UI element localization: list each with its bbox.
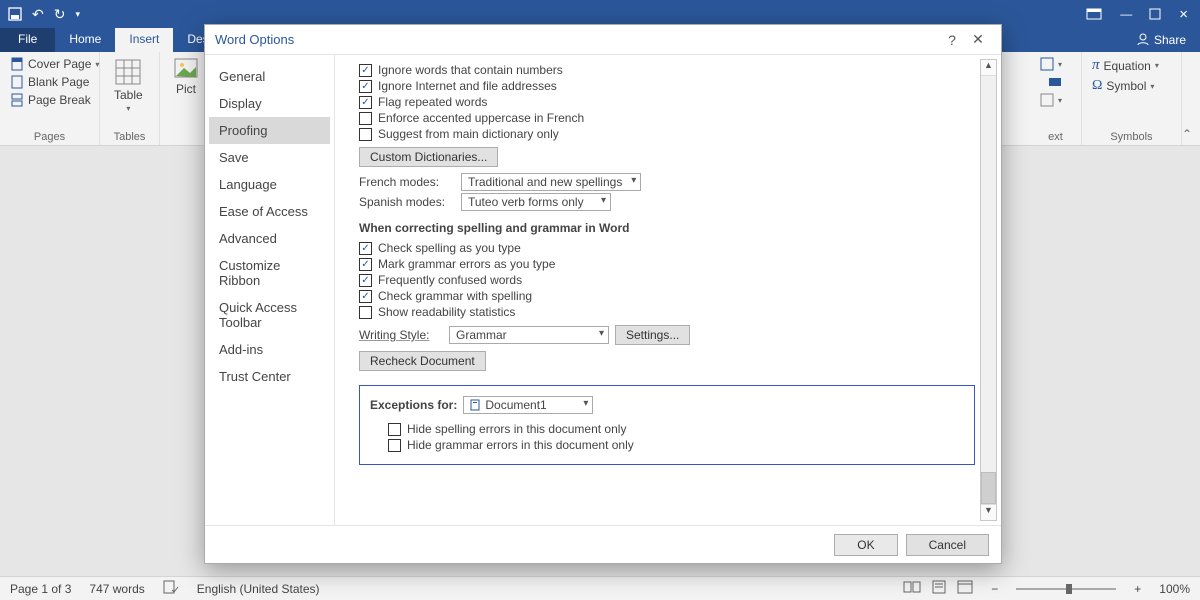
correcting-header: When correcting spelling and grammar in … [359, 221, 975, 235]
tab-insert[interactable]: Insert [115, 28, 173, 52]
ribbon-options-icon[interactable] [1086, 8, 1102, 20]
cat-advanced[interactable]: Advanced [209, 225, 330, 252]
chk-main-dict[interactable] [359, 128, 372, 141]
share-button[interactable]: Share [1136, 28, 1200, 52]
chk-ignore-numbers[interactable]: ✓ [359, 64, 372, 77]
spanish-modes-label: Spanish modes: [359, 195, 455, 209]
group-symbols-label: Symbols [1090, 131, 1173, 145]
maximize-icon[interactable] [1149, 8, 1161, 20]
settings-button[interactable]: Settings... [615, 325, 690, 345]
cat-save[interactable]: Save [209, 144, 330, 171]
ok-button[interactable]: OK [834, 534, 897, 556]
zoom-in-icon[interactable]: + [1134, 582, 1141, 596]
writing-style-select[interactable]: Grammar [449, 326, 609, 344]
minimize-icon[interactable]: — [1120, 7, 1131, 21]
cancel-button[interactable]: Cancel [906, 534, 989, 556]
cat-ease-of-access[interactable]: Ease of Access [209, 198, 330, 225]
page-break-button[interactable]: Page Break [8, 92, 101, 108]
dialog-scrollbar[interactable]: ▲ ▼ [980, 59, 997, 521]
blank-page-button[interactable]: Blank Page [8, 74, 101, 90]
cat-addins[interactable]: Add-ins [209, 336, 330, 363]
chk-hide-grammar[interactable] [388, 439, 401, 452]
web-layout-icon[interactable] [957, 580, 973, 597]
help-icon[interactable]: ? [939, 32, 965, 48]
spanish-modes-select[interactable]: Tuteo verb forms only [461, 193, 611, 211]
table-button[interactable]: Table▾ [108, 56, 149, 131]
chk-ignore-internet[interactable]: ✓ [359, 80, 372, 93]
group-pages-label: Pages [8, 131, 91, 145]
print-layout-icon[interactable] [931, 580, 947, 597]
cover-page-button[interactable]: Cover Page▾ [8, 56, 101, 72]
dialog-title: Word Options [215, 32, 939, 47]
chk-enforce-french[interactable] [359, 112, 372, 125]
save-icon[interactable] [8, 7, 22, 21]
dialog-content: ✓Ignore words that contain numbers ✓Igno… [335, 55, 1001, 525]
scroll-thumb[interactable] [981, 472, 996, 504]
tab-home[interactable]: Home [55, 28, 115, 52]
word-options-dialog: Word Options ? ✕ General Display Proofin… [204, 24, 1002, 564]
status-bar: Page 1 of 3 747 words English (United St… [0, 576, 1200, 600]
french-modes-label: French modes: [359, 175, 455, 189]
exceptions-label: Exceptions for: [370, 398, 457, 412]
text-effects-button[interactable]: ▾ [1038, 56, 1064, 72]
read-mode-icon[interactable] [903, 580, 921, 597]
group-tables-label: Tables [108, 131, 151, 145]
text-boxes-button[interactable] [1046, 74, 1064, 90]
collapse-ribbon-icon[interactable]: ⌃ [1182, 127, 1200, 145]
close-icon[interactable]: × [1179, 6, 1188, 23]
scroll-down-icon[interactable]: ▼ [981, 504, 996, 520]
redo-icon[interactable]: ↻ [54, 6, 66, 23]
status-page[interactable]: Page 1 of 3 [10, 582, 71, 596]
zoom-level[interactable]: 100% [1159, 582, 1190, 596]
status-language[interactable]: English (United States) [197, 582, 320, 596]
dialog-sidebar: General Display Proofing Save Language E… [205, 55, 335, 525]
dropcap-button[interactable]: ▾ [1038, 92, 1064, 108]
dialog-close-icon[interactable]: ✕ [965, 31, 991, 48]
cat-proofing[interactable]: Proofing [209, 117, 330, 144]
cat-general[interactable]: General [209, 63, 330, 90]
group-text-label: ext [1038, 131, 1073, 145]
cat-display[interactable]: Display [209, 90, 330, 117]
zoom-out-icon[interactable]: − [991, 582, 998, 596]
exceptions-highlight: Exceptions for: Document1 Hide spelling … [359, 385, 975, 465]
symbol-button[interactable]: ΩSymbol▾ [1090, 77, 1161, 95]
chk-check-spelling[interactable]: ✓ [359, 242, 372, 255]
chk-freq-confused[interactable]: ✓ [359, 274, 372, 287]
spellcheck-icon[interactable] [163, 580, 179, 597]
tab-file[interactable]: File [0, 28, 55, 52]
equation-button[interactable]: πEquation▾ [1090, 56, 1161, 75]
qat-more-icon[interactable]: ▾ [75, 9, 80, 20]
undo-icon[interactable]: ↶ [32, 6, 44, 23]
chk-hide-spelling[interactable] [388, 423, 401, 436]
chk-flag-repeated[interactable]: ✓ [359, 96, 372, 109]
zoom-slider[interactable] [1016, 588, 1116, 590]
share-icon [1136, 32, 1150, 49]
cat-customize-ribbon[interactable]: Customize Ribbon [209, 252, 330, 294]
chk-readability[interactable] [359, 306, 372, 319]
status-word-count[interactable]: 747 words [89, 582, 144, 596]
chk-check-grammar[interactable]: ✓ [359, 290, 372, 303]
chk-mark-grammar[interactable]: ✓ [359, 258, 372, 271]
cat-quick-access[interactable]: Quick Access Toolbar [209, 294, 330, 336]
writing-style-label: Writing Style: [359, 328, 443, 342]
exceptions-doc-select[interactable]: Document1 [463, 396, 593, 414]
scroll-up-icon[interactable]: ▲ [981, 60, 996, 76]
cat-language[interactable]: Language [209, 171, 330, 198]
cat-trust-center[interactable]: Trust Center [209, 363, 330, 390]
french-modes-select[interactable]: Traditional and new spellings [461, 173, 641, 191]
custom-dictionaries-button[interactable]: Custom Dictionaries... [359, 147, 498, 167]
recheck-document-button[interactable]: Recheck Document [359, 351, 486, 371]
